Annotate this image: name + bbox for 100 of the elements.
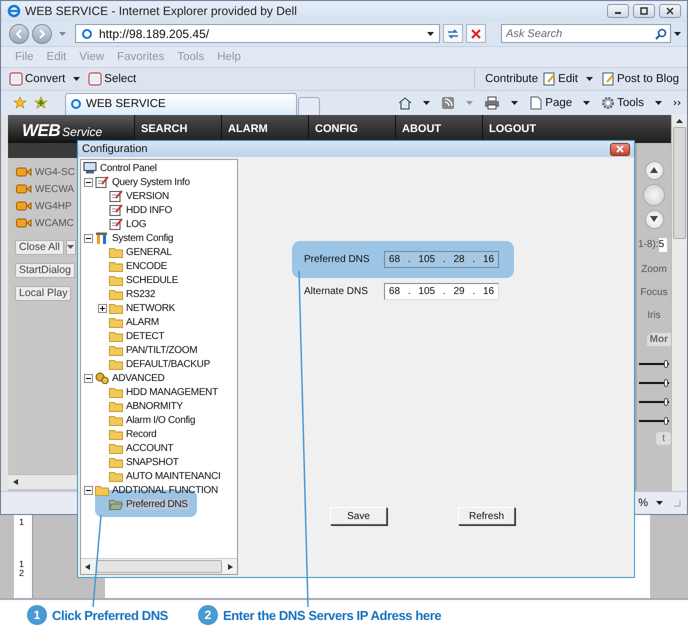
caret-icon[interactable] — [73, 76, 80, 81]
close-button[interactable] — [659, 4, 681, 18]
tree-item[interactable]: ABNORMITY — [125, 400, 184, 412]
up-arrow-icon[interactable] — [676, 118, 683, 123]
toolbar-button[interactable]: Post to Blog — [600, 72, 679, 86]
tree-item[interactable]: Record — [125, 428, 158, 440]
tree-item[interactable]: Query System Info — [111, 176, 191, 188]
slider[interactable] — [639, 420, 669, 422]
action-button[interactable]: StartDialog — [15, 262, 75, 278]
scrollbar-thumb[interactable] — [673, 126, 686, 239]
printer-icon[interactable] — [484, 96, 500, 110]
vertical-scrollbar[interactable] — [671, 114, 687, 492]
caret-icon[interactable] — [427, 32, 434, 36]
scrollbar-thumb[interactable] — [96, 560, 222, 573]
slider-thumb[interactable] — [664, 416, 668, 425]
more-tab[interactable]: Mor — [646, 332, 671, 346]
web-service-logo[interactable]: WEB Service — [8, 114, 134, 143]
collapse-toggle[interactable] — [84, 486, 93, 494]
toolbar-button[interactable]: Page — [529, 96, 572, 110]
tree-item[interactable]: Preferred DNS — [125, 498, 189, 510]
collapse-toggle[interactable] — [84, 234, 93, 242]
tree-item[interactable]: GENERAL — [125, 246, 173, 258]
caret-icon[interactable] — [583, 100, 590, 105]
close-button[interactable] — [610, 142, 630, 156]
left-arrow-icon[interactable] — [13, 479, 18, 486]
slider-thumb[interactable] — [664, 378, 668, 387]
caret-icon[interactable] — [656, 501, 663, 506]
resize-grip-icon[interactable] — [673, 499, 681, 508]
camera-item[interactable]: WG4HP — [35, 200, 72, 212]
tree-item[interactable]: ALARM — [125, 316, 160, 328]
tree-item[interactable]: AUTO MAINTENANCI — [125, 470, 222, 482]
feed-icon[interactable] — [441, 96, 456, 110]
caret-icon[interactable] — [586, 76, 593, 81]
tree-item[interactable]: LOG — [125, 218, 148, 230]
tree-item[interactable]: DETECT — [125, 330, 166, 342]
tree-item[interactable]: VERSION — [125, 190, 170, 202]
left-arrow-icon[interactable] — [85, 564, 90, 570]
tree-item[interactable]: ADDTIONAL FUNCTION — [111, 484, 219, 496]
browser-tab[interactable]: WEB SERVICE — [65, 92, 297, 115]
caret-icon[interactable] — [511, 100, 518, 105]
tree-item[interactable]: SCHEDULE — [125, 274, 180, 286]
slider-thumb[interactable] — [664, 360, 668, 368]
tree-item[interactable]: NETWORK — [125, 302, 176, 314]
tilt-down-button[interactable] — [644, 210, 664, 229]
horizontal-scrollbar[interactable] — [81, 558, 237, 574]
collapse-toggle[interactable] — [84, 178, 93, 186]
tree-item[interactable]: System Config — [111, 232, 174, 244]
toolbar-button[interactable]: Contribute — [485, 72, 538, 85]
tree-item[interactable]: DEFAULT/BACKUP — [125, 358, 211, 370]
expand-toggle[interactable] — [98, 304, 107, 312]
folder-icon — [109, 470, 123, 482]
minimize-button[interactable] — [607, 4, 629, 18]
back-button[interactable] — [9, 24, 29, 44]
tree-item[interactable]: SNAPSHOT — [125, 456, 180, 468]
action-button[interactable]: Local Play — [15, 286, 72, 301]
ip-address-field[interactable]: 68 . 105 . 28 . 16 — [384, 251, 499, 268]
dropdown-button[interactable] — [66, 240, 76, 255]
tree-item[interactable]: HDD MANAGEMENT — [125, 386, 219, 398]
toolbar-button[interactable]: Select — [88, 72, 136, 86]
caret-icon[interactable] — [674, 32, 681, 36]
tree-item[interactable]: ADVANCED — [111, 372, 166, 384]
document-pencil-icon — [600, 72, 615, 86]
tree-item[interactable]: RS232 — [125, 288, 156, 300]
dialog-button[interactable]: Save — [330, 507, 387, 525]
forward-button[interactable] — [32, 24, 52, 44]
tree-item[interactable]: Alarm I/O Config — [125, 414, 196, 426]
tree-item[interactable]: Control Panel — [99, 162, 158, 174]
tree-item[interactable]: ENCODE — [125, 260, 168, 272]
star-icon[interactable] — [13, 96, 27, 110]
stop-button[interactable] — [466, 24, 486, 44]
tree-item[interactable]: ACCOUNT — [125, 442, 174, 454]
toolbar-button[interactable]: Convert — [9, 72, 66, 86]
action-button[interactable]: Close All — [15, 240, 64, 255]
add-star-icon[interactable] — [34, 96, 48, 110]
camera-item[interactable]: WECWA — [35, 184, 74, 195]
panel-button[interactable]: t — [656, 432, 671, 445]
caret-icon[interactable] — [423, 100, 430, 105]
maximize-button[interactable] — [633, 4, 655, 18]
caret-icon[interactable] — [655, 100, 662, 105]
tree-item[interactable]: HDD INFO — [125, 204, 173, 216]
dialog-button[interactable]: Refresh — [458, 507, 515, 525]
camera-item[interactable]: WCAMC — [35, 218, 74, 229]
address-field[interactable]: http://98.189.205.45/ — [75, 24, 440, 44]
zoom-level[interactable]: % — [638, 497, 648, 510]
channel-input[interactable]: 5 — [658, 238, 667, 252]
slider[interactable] — [639, 382, 669, 384]
right-arrow-icon[interactable] — [228, 564, 233, 570]
chevron-icon[interactable] — [673, 100, 681, 106]
camera-item[interactable]: WG4-SC — [35, 166, 75, 178]
toolbar-button[interactable]: Tools — [601, 96, 644, 110]
slider[interactable] — [639, 362, 669, 365]
home-icon[interactable] — [398, 96, 412, 110]
toolbar-button[interactable]: Edit — [542, 72, 578, 86]
slider[interactable] — [639, 400, 669, 403]
tree-item[interactable]: PAN/TILT/ZOOM — [125, 344, 198, 356]
ip-address-field[interactable]: 68 . 105 . 29 . 16 — [384, 282, 499, 300]
tilt-up-button[interactable] — [644, 160, 664, 180]
refresh-button[interactable] — [443, 24, 463, 44]
collapse-toggle[interactable] — [84, 374, 93, 382]
slider-thumb[interactable] — [664, 398, 668, 406]
